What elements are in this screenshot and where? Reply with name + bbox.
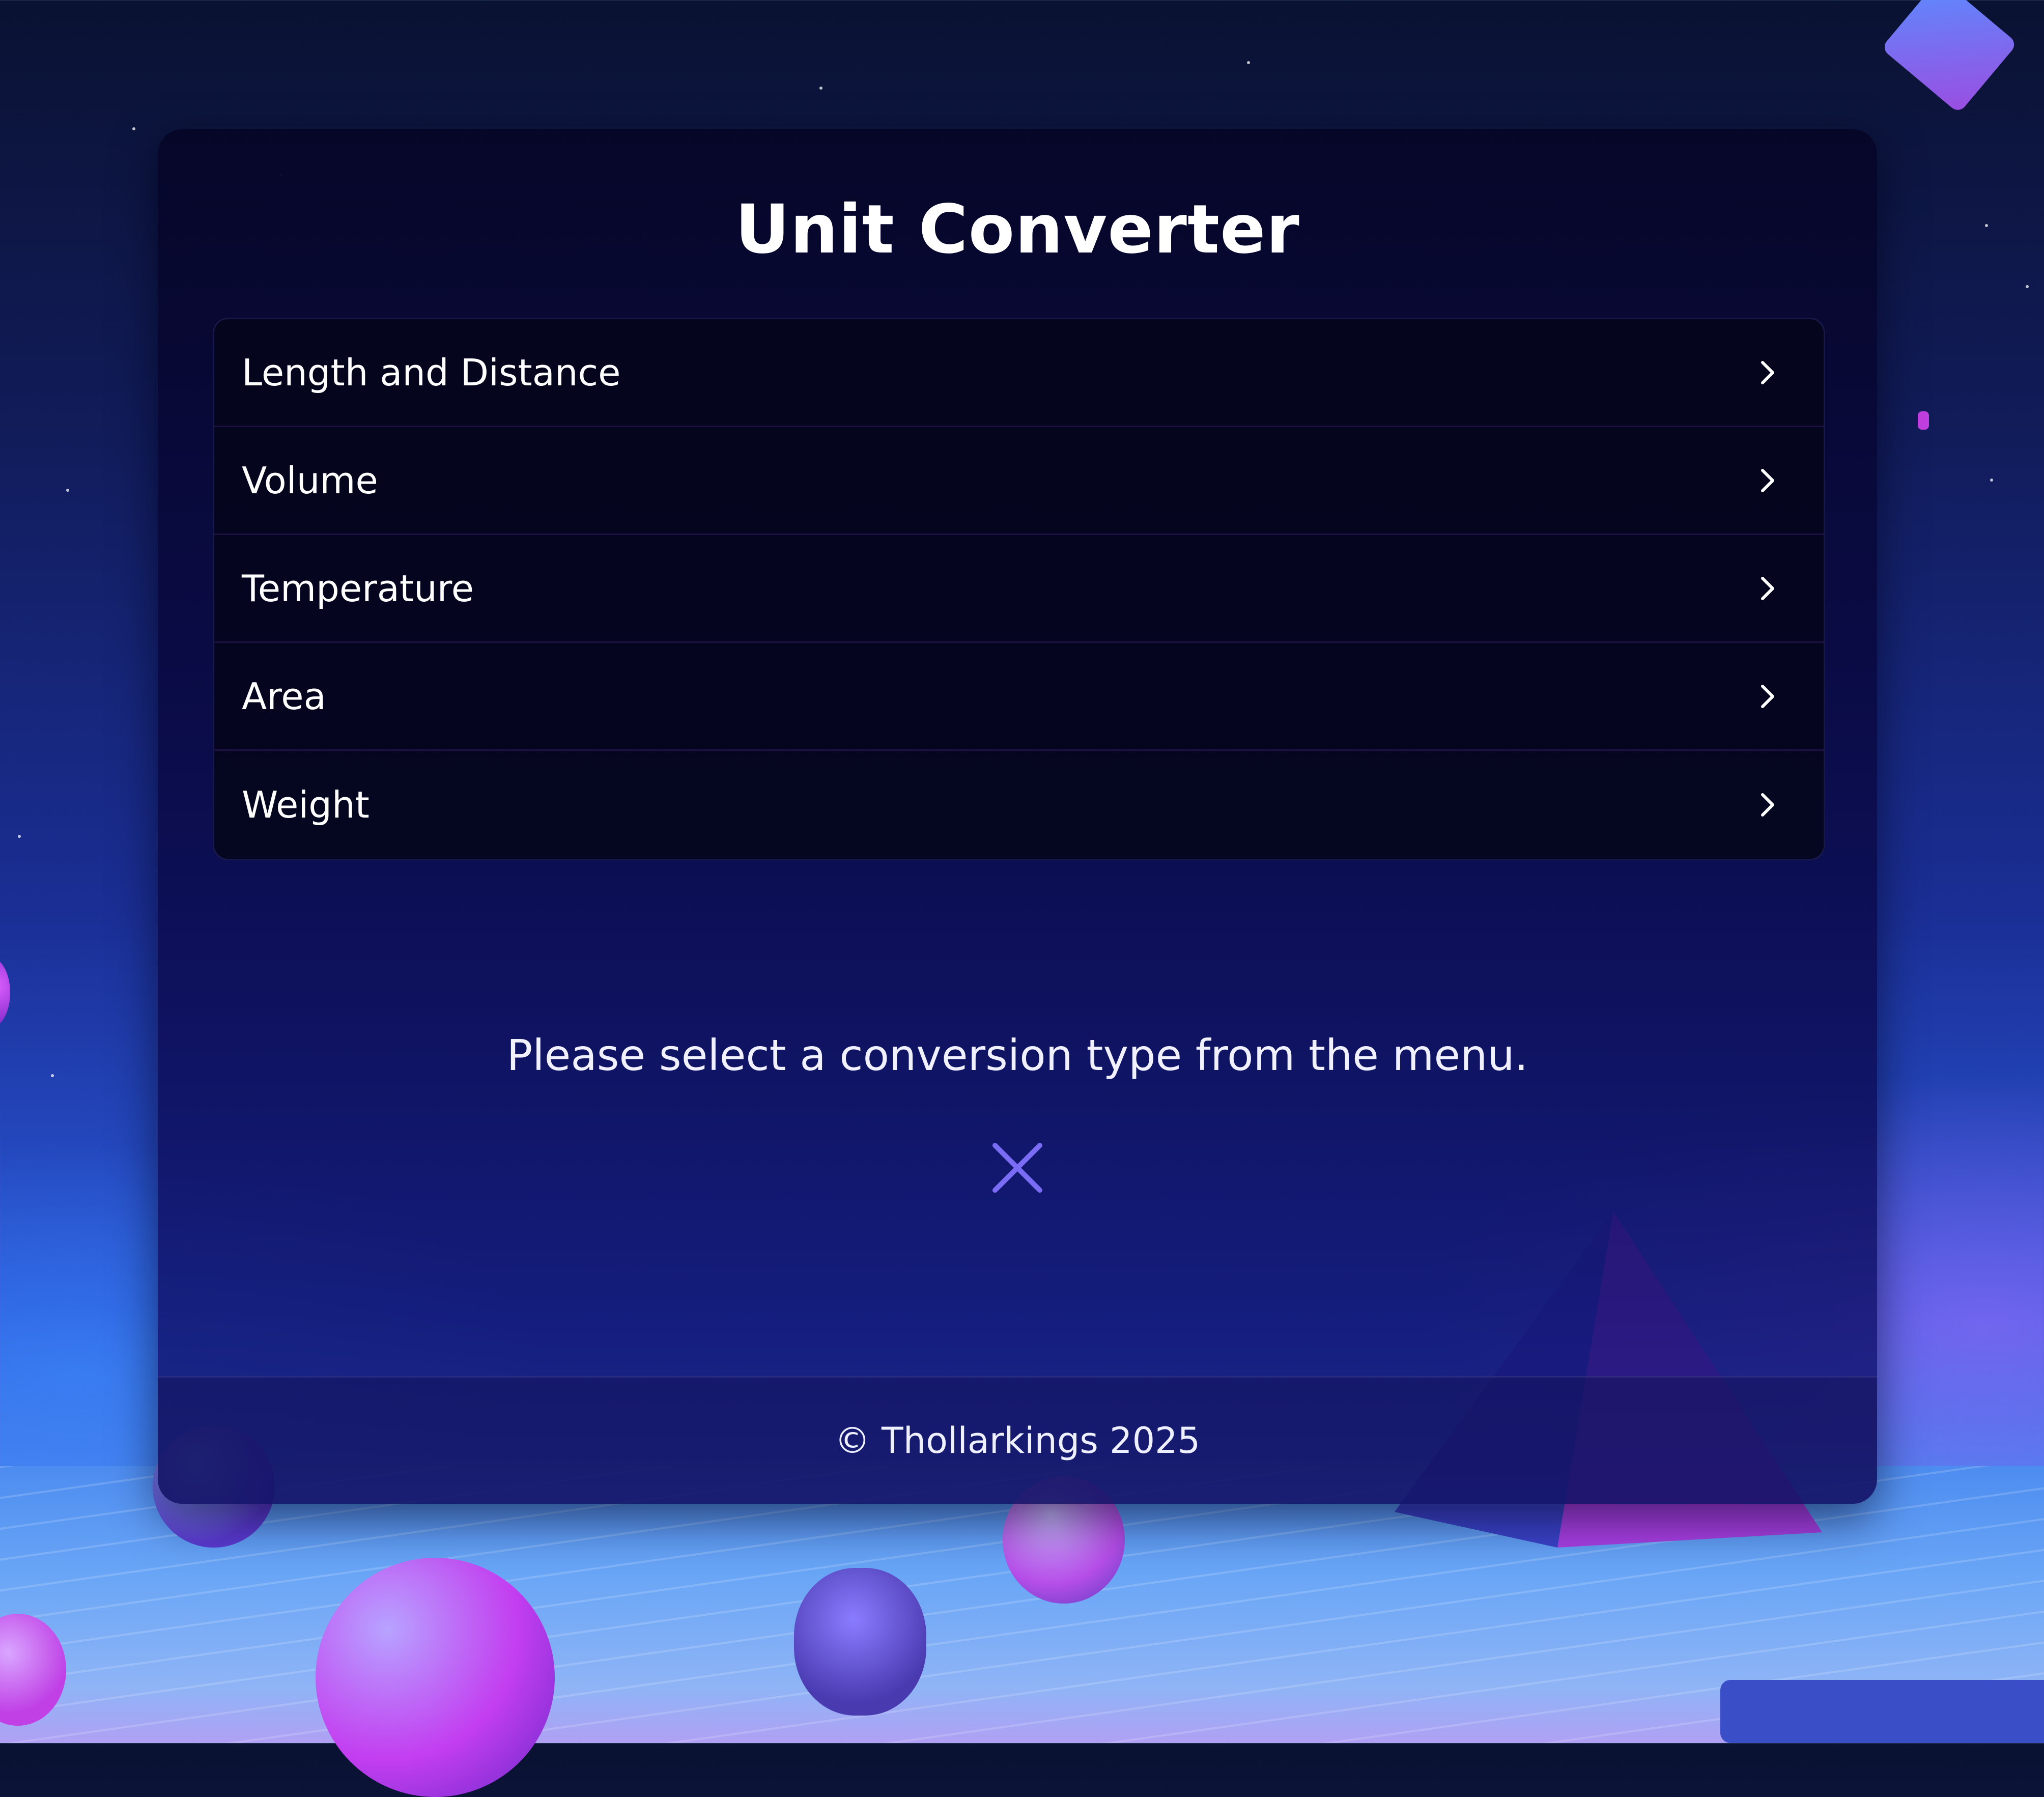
background-star [819, 87, 822, 90]
background-star [51, 1074, 54, 1077]
background-star [2026, 285, 2029, 288]
background-star [1247, 61, 1250, 64]
select-prompt-message: Please select a conversion type from the… [506, 1030, 1528, 1080]
background-star [132, 127, 135, 130]
background-floor [0, 1466, 2044, 1743]
menu-item-label: Weight [242, 783, 370, 826]
close-button[interactable] [992, 1142, 1043, 1193]
background-star [1990, 479, 1993, 482]
menu-item-weight[interactable]: Weight [214, 751, 1824, 859]
menu-item-volume[interactable]: Volume [214, 427, 1824, 535]
menu-item-label: Volume [242, 459, 378, 502]
floating-shard [1918, 411, 1929, 430]
close-icon [992, 1143, 1042, 1193]
menu-item-area[interactable]: Area [214, 643, 1824, 751]
rock [794, 1568, 926, 1716]
floor-block [1720, 1680, 2044, 1743]
chevron-right-icon [1761, 360, 1774, 384]
chevron-right-icon [1761, 684, 1774, 708]
chevron-right-icon [1761, 793, 1774, 817]
background-star [1985, 224, 1988, 227]
footer: © Thollarkings 2025 [158, 1376, 1877, 1504]
page-title: Unit Converter [735, 190, 1300, 269]
floating-cube [1881, 0, 2018, 114]
chevron-right-icon [1761, 468, 1774, 492]
converter-card: Unit Converter Length and Distance Volum… [158, 129, 1877, 1504]
background-star [18, 835, 21, 838]
background-star [66, 489, 69, 492]
menu-item-temperature[interactable]: Temperature [214, 535, 1824, 643]
menu-item-length[interactable]: Length and Distance [214, 319, 1824, 427]
menu-item-label: Area [242, 675, 326, 718]
sphere [316, 1558, 555, 1797]
conversion-menu: Length and Distance Volume Temperature A… [213, 318, 1825, 860]
copyright-text: © Thollarkings 2025 [834, 1420, 1201, 1462]
sphere [0, 1614, 66, 1726]
menu-item-label: Length and Distance [242, 351, 621, 394]
floating-orb [0, 957, 10, 1028]
menu-item-label: Temperature [242, 567, 474, 610]
chevron-right-icon [1761, 576, 1774, 600]
